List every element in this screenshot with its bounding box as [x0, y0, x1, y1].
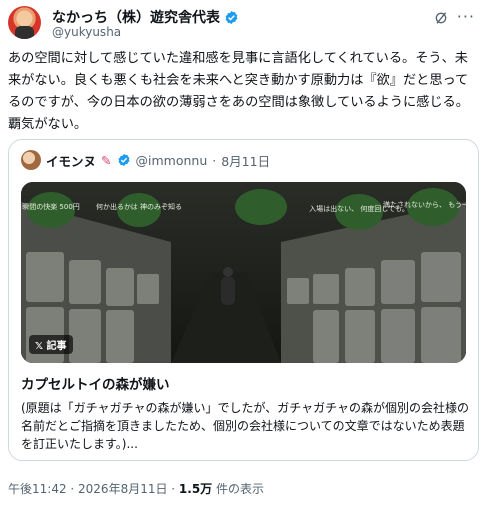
meta-separator: · — [212, 152, 217, 168]
quoted-avatar[interactable] — [21, 150, 41, 170]
view-count[interactable]: 1.5万 — [179, 482, 212, 496]
verified-badge-icon — [118, 153, 129, 167]
author-display-name[interactable]: なかっち（株）遊究舎代表 — [52, 7, 220, 27]
verified-badge-icon — [225, 10, 238, 24]
quoted-post-header: イモンヌ ✎ @immonnu · 8月11日 — [21, 150, 270, 170]
article-badge: 𝕏 記事 — [29, 335, 73, 354]
lipstick-emoji-icon: ✎ — [101, 152, 112, 168]
author-handle[interactable]: @yukyusha — [52, 25, 121, 39]
article-description: (原題は「ガチャガチャの森が嫌い」でしたが、ガチャガチャの森が個別の会社様の名前… — [21, 401, 469, 451]
capsule-toy-aisle-photo: 瞬間の快楽 500円 何か出るかは 神のみぞ知る 入場は出ない、 何度回しても。… — [21, 182, 466, 363]
article-title[interactable]: カプセルトイの森が嫌い — [21, 373, 170, 393]
sign-2: 何か出るかは 神のみぞ知る — [96, 202, 182, 211]
avatar[interactable] — [8, 6, 41, 39]
more-icon[interactable]: ··· — [457, 9, 475, 25]
post-text: あの空間に対して感じていた違和感を見事に言語化してくれている。そう、未来がない。… — [8, 51, 469, 132]
sign-4: 満たされないから、 もう一回。 — [383, 201, 466, 209]
post-footer: 午後11:42 · 2026年8月11日 · 1.5万 件の表示 — [8, 480, 264, 497]
post-timestamp[interactable]: 午後11:42 · 2026年8月11日 · — [8, 482, 179, 496]
post-header: なかっち（株）遊究舎代表 @yukyusha ··· — [8, 6, 479, 40]
quoted-handle[interactable]: @immonnu — [136, 153, 208, 168]
quoted-date[interactable]: 8月11日 — [221, 151, 270, 170]
x-logo-icon: 𝕏 — [35, 341, 47, 352]
quoted-post-card[interactable]: イモンヌ ✎ @immonnu · 8月11日 瞬間の快楽 500円 何か出るか… — [8, 139, 479, 461]
article-cover-image[interactable]: 瞬間の快楽 500円 何か出るかは 神のみぞ知る 入場は出ない、 何度回しても。… — [21, 182, 466, 363]
grok-icon[interactable] — [433, 10, 449, 26]
article-badge-label: 記事 — [46, 341, 67, 352]
author-name-row[interactable]: なかっち（株）遊究舎代表 — [52, 7, 239, 27]
sign-1: 瞬間の快楽 500円 — [22, 202, 80, 211]
quoted-display-name[interactable]: イモンヌ — [46, 151, 96, 170]
view-count-suffix: 件の表示 — [212, 482, 265, 496]
